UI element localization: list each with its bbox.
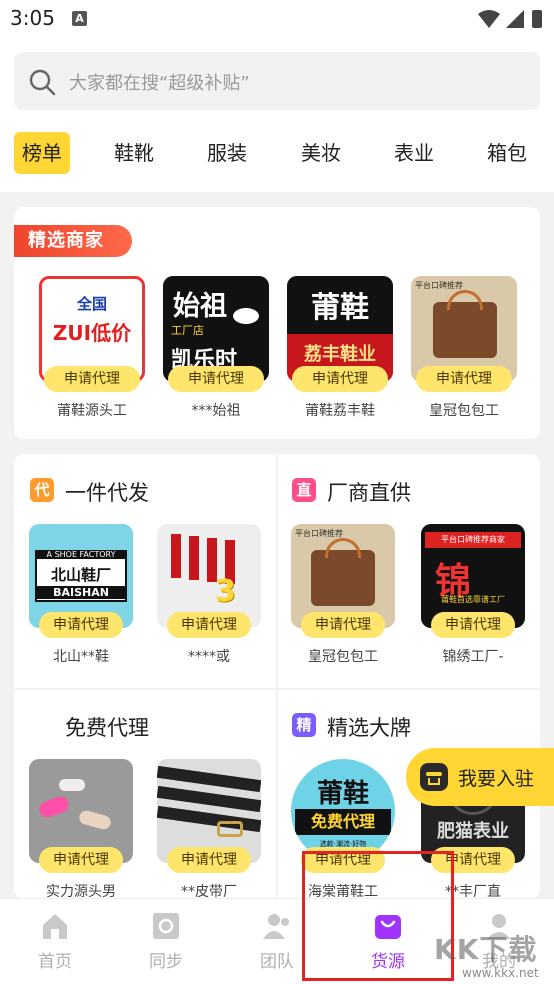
category-tabs: 榜单 鞋靴 服装 美妆 表业 箱包	[0, 124, 554, 192]
merchant-card[interactable]: 莆鞋 荔丰鞋业 申请代理 莆鞋荔丰鞋	[287, 276, 393, 419]
apply-agent-button[interactable]: 申请代理	[39, 847, 123, 873]
apply-agent-button[interactable]: 申请代理	[39, 612, 123, 638]
product-card[interactable]: 申请代理 实力源头男	[29, 759, 133, 899]
notification-badge: A	[72, 11, 87, 26]
section-title-free-agent[interactable]: 免费代理	[65, 712, 149, 742]
thumb-text: 莆鞋	[316, 779, 369, 809]
brand-badge-icon: 精	[292, 713, 316, 737]
section-title-direct-supply[interactable]: 厂商直供	[327, 477, 411, 507]
bird-logo	[233, 308, 259, 324]
thumb-text: ZUI低价	[52, 321, 132, 345]
thumb-text: A SHOE FACTORY	[35, 550, 127, 559]
product-card[interactable]: A SHOE FACTORY 北山鞋厂 BAISHAN 申请代理 北山**鞋	[29, 524, 133, 665]
watermark-brand: KK下载	[434, 933, 538, 966]
merchant-name: 莆鞋源头工	[57, 403, 127, 419]
battery-icon	[532, 10, 542, 28]
tab-label: 首页	[38, 952, 72, 972]
thumb-text: 工厂店	[171, 324, 204, 337]
team-icon	[263, 914, 289, 939]
tab-home[interactable]: 首页	[15, 909, 95, 979]
apply-agent-button[interactable]: 申请代理	[416, 366, 512, 392]
apply-agent-button[interactable]: 申请代理	[44, 366, 140, 392]
sync-icon	[153, 913, 179, 939]
status-time: 3:05	[10, 6, 55, 30]
watermark: KK下载 www.kkx.net	[432, 926, 554, 984]
dropship-badge-icon: 代	[30, 478, 54, 502]
product-card[interactable]: 3折 申请代理 ****或	[157, 524, 261, 665]
product-name: **皮带厂	[181, 884, 237, 899]
featured-merchants-card: 精选商家 全国 ZUI低价 申请代理 莆鞋源头工 始祖 工厂店 凯乐时 申请代理…	[14, 207, 540, 439]
apply-agent-button[interactable]: 申请代理	[431, 612, 515, 638]
join-merchant-label: 我要入驻	[458, 768, 535, 790]
store-icon	[420, 763, 448, 791]
tab-watches[interactable]: 表业	[394, 132, 434, 174]
thumb-text: BAISHAN	[35, 586, 127, 599]
featured-ribbon: 精选商家	[14, 225, 132, 257]
tab-clothing[interactable]: 服装	[207, 132, 247, 174]
thumb-text: 莆鞋首选靠谱工厂	[441, 595, 505, 604]
thumb-text: 全国	[76, 295, 107, 313]
tab-ranking[interactable]: 榜单	[14, 132, 70, 174]
merchant-card[interactable]: 平台口碑推荐 申请代理 皇冠包包工	[411, 276, 517, 419]
product-card[interactable]: 平台口碑推荐商家 锦 莆鞋首选靠谱工厂 申请代理 锦绣工厂-	[421, 524, 525, 665]
merchant-name: 皇冠包包工	[429, 403, 499, 419]
handbag-image	[311, 550, 375, 606]
product-name: 实力源头男	[46, 884, 116, 899]
search-input[interactable]: 大家都在搜“超级补贴”	[14, 52, 540, 110]
tab-sync[interactable]: 同步	[126, 909, 206, 979]
thumb-text: 肥猫表业	[437, 821, 509, 842]
search-icon	[29, 69, 56, 96]
thumb-text: 始祖	[173, 291, 227, 322]
tab-label: 同步	[149, 952, 183, 972]
watermark-url: www.kkx.net	[462, 966, 539, 980]
section-grid: 代 一件代发 A SHOE FACTORY 北山鞋厂 BAISHAN 申请代理 …	[14, 454, 540, 899]
product-name: 北山**鞋	[53, 649, 109, 665]
signal-icon	[506, 10, 524, 28]
product-name: 皇冠包包工	[308, 649, 378, 665]
handbag-image	[433, 302, 497, 358]
section-title-dropship[interactable]: 一件代发	[65, 477, 149, 507]
product-card[interactable]: 平台口碑推荐 申请代理 皇冠包包工	[291, 524, 395, 665]
product-card[interactable]: 申请代理 **皮带厂	[157, 759, 261, 899]
tab-shoes[interactable]: 鞋靴	[114, 132, 154, 174]
status-icons	[478, 10, 542, 28]
apply-agent-button[interactable]: 申请代理	[301, 612, 385, 638]
tab-beauty[interactable]: 美妆	[301, 132, 341, 174]
merchant-name: ***始祖	[191, 403, 241, 419]
apply-agent-button[interactable]: 申请代理	[292, 366, 388, 392]
merchant-card[interactable]: 全国 ZUI低价 申请代理 莆鞋源头工	[39, 276, 145, 419]
thumb-text: 莆鞋	[310, 290, 369, 324]
apply-agent-button[interactable]: 申请代理	[168, 366, 264, 392]
merchant-name: 莆鞋荔丰鞋	[305, 403, 375, 419]
home-icon	[43, 914, 67, 939]
thumb-text: 平台口碑推荐商家	[425, 532, 521, 548]
merchant-card[interactable]: 始祖 工厂店 凯乐时 申请代理 ***始祖	[163, 276, 269, 419]
tab-bags[interactable]: 箱包	[487, 132, 527, 174]
product-name: 锦绣工厂-	[442, 649, 504, 665]
search-placeholder: 大家都在搜“超级补贴”	[69, 73, 250, 94]
thumb-text: 荔丰鞋业	[304, 344, 376, 365]
product-name: ****或	[188, 649, 230, 665]
join-merchant-button[interactable]: 我要入驻	[406, 748, 554, 806]
direct-supply-badge-icon: 直	[292, 478, 316, 502]
thumb-text: 免费代理	[295, 809, 391, 835]
thumb-text: 北山鞋厂	[50, 566, 111, 584]
apply-agent-button[interactable]: 申请代理	[167, 847, 251, 873]
thumb-text: 平台口碑推荐	[295, 529, 343, 538]
thumb-text: 平台口碑推荐	[415, 281, 463, 290]
section-title-top-brands[interactable]: 精选大牌	[327, 712, 411, 742]
wifi-icon	[478, 10, 500, 28]
status-bar: 3:05 A	[0, 0, 554, 38]
apply-agent-button[interactable]: 申请代理	[167, 612, 251, 638]
